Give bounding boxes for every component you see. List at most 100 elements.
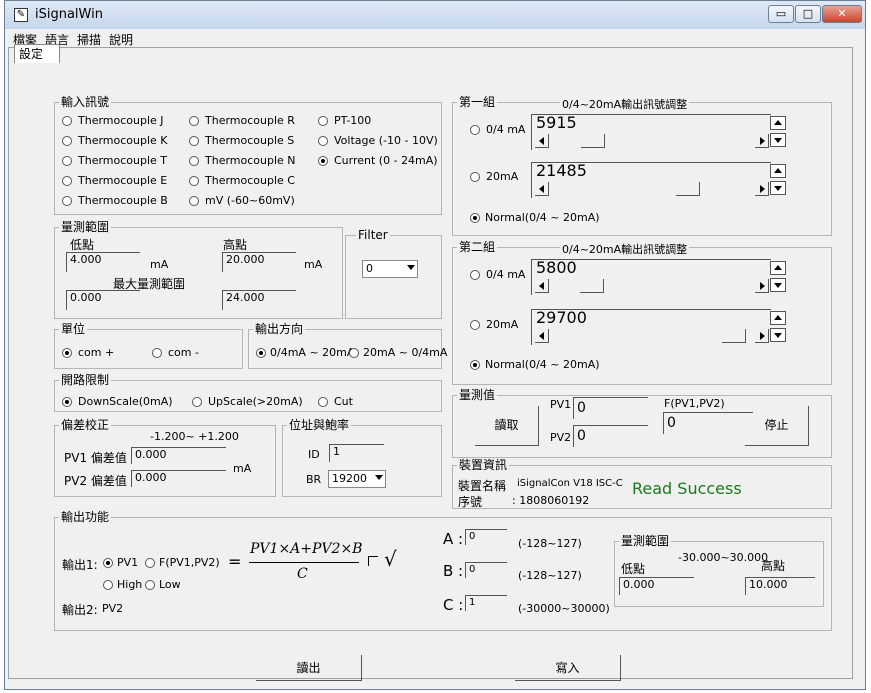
range-max-low-input[interactable]: 0.000: [66, 290, 140, 310]
label-g1-04ma: 0/4 mA: [486, 123, 526, 136]
tab-settings[interactable]: 設定: [14, 44, 60, 63]
g1-scroll-right-2[interactable]: [755, 182, 769, 196]
g1-spin-down-1[interactable]: [770, 133, 786, 147]
g2-spin-down-1[interactable]: [770, 278, 786, 292]
write-button[interactable]: 寫入: [515, 655, 621, 681]
address-legend: 位址與鮑率: [287, 418, 352, 432]
g2-spin-up-2[interactable]: [770, 311, 786, 325]
radio-g2-20ma[interactable]: [470, 320, 480, 330]
range-legend: 量測範圍: [59, 220, 112, 234]
a-input[interactable]: 0: [465, 529, 507, 545]
out-range-low-input[interactable]: 0.000: [619, 577, 694, 595]
g2-value-04ma[interactable]: 5800: [531, 259, 771, 295]
g2-scroll-right-1[interactable]: [755, 279, 769, 293]
radio-thermocouple-j[interactable]: [62, 116, 72, 126]
g1-value-20ma[interactable]: 21485: [531, 162, 771, 198]
radio-thermocouple-k[interactable]: [62, 136, 72, 146]
radio-downscale[interactable]: [62, 397, 72, 407]
radio-direction-reverse[interactable]: [349, 348, 359, 358]
br-label: BR: [306, 473, 322, 486]
radio-high[interactable]: [103, 580, 113, 590]
radio-thermocouple-c[interactable]: [189, 176, 199, 186]
read-button[interactable]: 讀取: [475, 406, 539, 446]
g2-scroll-left-1[interactable]: [535, 279, 549, 293]
out2-label: 輸出2:: [62, 603, 98, 617]
radio-g1-20ma[interactable]: [470, 172, 480, 182]
output-direction-legend: 輸出方向: [253, 322, 306, 336]
radio-out1-f[interactable]: [145, 558, 155, 568]
label-direction-reverse: 20mA ~ 0/4mA: [363, 346, 448, 359]
radio-cut[interactable]: [318, 397, 328, 407]
radio-voltage[interactable]: [318, 136, 328, 146]
g1-scroll-right-1[interactable]: [755, 134, 769, 148]
filter-select[interactable]: 0: [362, 260, 418, 278]
status-text: Read Success: [632, 479, 742, 498]
label-upscale: UpScale(>20mA): [208, 395, 303, 408]
radio-com-plus[interactable]: [62, 348, 72, 358]
radio-out1-pv1[interactable]: [103, 558, 113, 568]
g2-val1-text: 5800: [536, 258, 577, 277]
minimize-button[interactable]: ▭: [768, 5, 794, 23]
offset-unit: mA: [233, 462, 252, 475]
radio-g1-normal[interactable]: [470, 213, 480, 223]
g1-value-04ma[interactable]: 5915: [531, 114, 771, 150]
c-input[interactable]: 1: [465, 595, 507, 611]
radio-g2-normal[interactable]: [470, 360, 480, 370]
stop-button[interactable]: 停止: [745, 406, 809, 446]
menu-scan[interactable]: 掃描: [77, 31, 101, 48]
range-low-input[interactable]: 4.000: [66, 252, 140, 272]
g2-scroll-left-2[interactable]: [535, 329, 549, 343]
id-input[interactable]: 1: [329, 444, 384, 462]
g2-spin-up-1[interactable]: [770, 261, 786, 275]
radio-thermocouple-b[interactable]: [62, 196, 72, 206]
range-high-input[interactable]: 20.000: [222, 252, 296, 272]
g1-scroll-left-2[interactable]: [535, 182, 549, 196]
group1-legend: 第一組: [457, 95, 498, 109]
menu-help[interactable]: 說明: [109, 31, 133, 48]
radio-g1-04ma[interactable]: [470, 125, 480, 135]
arrow-up-icon: [774, 315, 782, 320]
label-thermocouple-k: Thermocouple K: [78, 134, 168, 147]
radio-thermocouple-r[interactable]: [189, 116, 199, 126]
radio-thermocouple-n[interactable]: [189, 156, 199, 166]
range-max-high-input[interactable]: 24.000: [222, 290, 296, 310]
g2-spin-down-2[interactable]: [770, 328, 786, 342]
b-input[interactable]: 0: [465, 562, 507, 578]
g2-scroll-thumb-2[interactable]: [722, 329, 746, 343]
radio-mv[interactable]: [189, 196, 199, 206]
g1-spin-up-1[interactable]: [770, 116, 786, 130]
radio-upscale[interactable]: [192, 397, 202, 407]
close-button[interactable]: ✕: [822, 5, 862, 23]
formula-bar: [249, 562, 359, 563]
radio-current[interactable]: [318, 156, 328, 166]
g1-scroll-left-1[interactable]: [535, 134, 549, 148]
offset-pv2-input[interactable]: 0.000: [131, 470, 226, 487]
radio-g2-04ma[interactable]: [470, 270, 480, 280]
g1-spin-up-2[interactable]: [770, 164, 786, 178]
sqrt-checkbox[interactable]: [368, 556, 378, 566]
arrow-down-icon: [774, 283, 782, 288]
formula-equals: =: [228, 552, 242, 571]
serial-label: 序號: [458, 495, 483, 509]
read-out-button[interactable]: 讀出: [256, 655, 362, 681]
radio-thermocouple-t[interactable]: [62, 156, 72, 166]
br-select[interactable]: 19200: [328, 470, 386, 488]
g2-scroll-right-2[interactable]: [755, 329, 769, 343]
label-current: Current (0 - 24mA): [334, 154, 438, 167]
range-low-label: 低點: [70, 238, 95, 252]
g2-scroll-thumb-1[interactable]: [580, 279, 604, 293]
radio-direction-normal[interactable]: [256, 348, 266, 358]
radio-low[interactable]: [145, 580, 155, 590]
offset-pv1-input[interactable]: 0.000: [131, 447, 226, 464]
radio-com-minus[interactable]: [152, 348, 162, 358]
a-range: (-128~127): [518, 537, 582, 550]
maximize-button[interactable]: □: [795, 5, 821, 23]
radio-thermocouple-e[interactable]: [62, 176, 72, 186]
title-bar[interactable]: ✎ iSignalWin ▭ □ ✕: [5, 1, 865, 29]
out-range-high-input[interactable]: 10.000: [745, 577, 815, 595]
g1-scroll-thumb-2[interactable]: [676, 182, 700, 196]
g1-scroll-thumb-1[interactable]: [581, 134, 605, 148]
radio-pt100[interactable]: [318, 116, 328, 126]
radio-thermocouple-s[interactable]: [189, 136, 199, 146]
g1-spin-down-2[interactable]: [770, 181, 786, 195]
